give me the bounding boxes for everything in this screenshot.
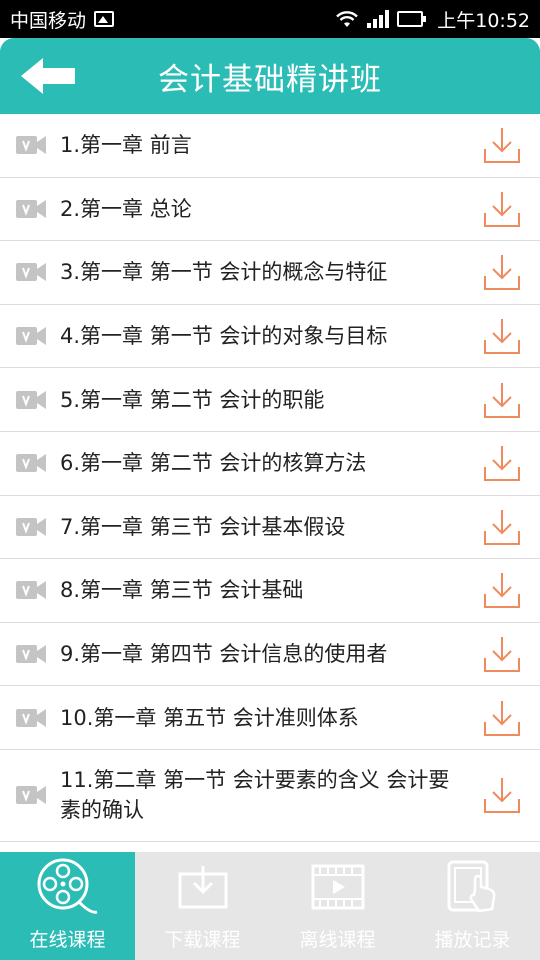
- download-icon: [484, 700, 520, 736]
- download-button[interactable]: [480, 187, 524, 231]
- list-item[interactable]: 8.第一章 第三节 会计基础: [0, 559, 540, 623]
- video-camera-icon: [16, 786, 46, 805]
- image-notification-icon: [94, 11, 115, 27]
- tab-label: 离线课程: [299, 929, 376, 951]
- download-icon: [484, 191, 520, 227]
- tablet-touch-icon: [439, 855, 507, 919]
- download-icon: [484, 319, 520, 355]
- list-item[interactable]: 6.第一章 第二节 会计的核算方法: [0, 432, 540, 496]
- video-camera-icon: [16, 199, 46, 218]
- tab-downloaded-courses[interactable]: 下载课程: [135, 852, 270, 960]
- video-camera-icon: [16, 136, 46, 155]
- video-camera-icon: [16, 263, 46, 282]
- video-camera-icon: [16, 517, 46, 536]
- status-bar: 中国移动 上午10:52: [0, 0, 540, 38]
- status-right: 上午10:52: [335, 6, 530, 33]
- download-button[interactable]: [480, 505, 524, 549]
- lesson-title: 3.第一章 第一节 会计的概念与特征: [60, 260, 388, 285]
- video-camera-icon: [16, 708, 46, 727]
- lesson-title: 6.第一章 第二节 会计的核算方法: [60, 451, 367, 476]
- lesson-title: 5.第一章 第二节 会计的职能: [60, 387, 325, 412]
- download-button[interactable]: [480, 632, 524, 676]
- app-header: 会计基础精讲班: [0, 38, 540, 114]
- download-button[interactable]: [480, 123, 524, 167]
- download-button[interactable]: [480, 250, 524, 294]
- list-item[interactable]: 9.第一章 第四节 会计信息的使用者: [0, 623, 540, 687]
- signal-icon: [367, 10, 390, 28]
- list-item[interactable]: 2.第一章 总论: [0, 178, 540, 242]
- lesson-title: 2.第一章 总论: [60, 196, 192, 221]
- download-icon: [484, 382, 520, 418]
- tab-offline-courses[interactable]: 离线课程: [270, 852, 405, 960]
- lesson-title: 8.第一章 第三节 会计基础: [60, 578, 304, 603]
- page-title: 会计基础精讲班: [158, 61, 382, 98]
- download-button[interactable]: [480, 441, 524, 485]
- lesson-title: 10.第一章 第五节 会计准则体系: [60, 705, 359, 730]
- download-icon: [484, 255, 520, 291]
- download-icon: [484, 573, 520, 609]
- lesson-title: 9.第一章 第四节 会计信息的使用者: [60, 642, 388, 667]
- list-item[interactable]: 4.第一章 第一节 会计的对象与目标: [0, 305, 540, 369]
- list-item[interactable]: 10.第一章 第五节 会计准则体系: [0, 686, 540, 750]
- video-camera-icon: [16, 327, 46, 346]
- clock-label: 上午10:52: [437, 9, 530, 32]
- download-button[interactable]: [480, 314, 524, 358]
- tab-online-courses[interactable]: 在线课程: [0, 852, 135, 960]
- lesson-title: 1.第一章 前言: [60, 133, 192, 158]
- lesson-title: 4.第一章 第一节 会计的对象与目标: [60, 324, 388, 349]
- download-icon: [484, 637, 520, 673]
- download-button[interactable]: [480, 378, 524, 422]
- lesson-list: 1.第一章 前言 2.第一章 总论 3.第一章 第一节 会计的概念与特征 4.第…: [0, 114, 540, 842]
- video-camera-icon: [16, 645, 46, 664]
- battery-icon: [397, 11, 427, 27]
- download-button[interactable]: [480, 696, 524, 740]
- film-strip-icon: [304, 855, 372, 919]
- list-item[interactable]: 1.第一章 前言: [0, 114, 540, 178]
- download-button[interactable]: [480, 773, 524, 817]
- video-camera-icon: [16, 390, 46, 409]
- download-tray-icon: [169, 855, 237, 919]
- download-button[interactable]: [480, 568, 524, 612]
- carrier-label: 中国移动: [10, 9, 87, 32]
- list-item[interactable]: 11.第二章 第一节 会计要素的含义 会计要素的确认: [0, 750, 540, 842]
- tab-play-history[interactable]: 播放记录: [405, 852, 540, 960]
- status-left: 中国移动: [10, 6, 115, 33]
- list-item[interactable]: 5.第一章 第二节 会计的职能: [0, 368, 540, 432]
- tab-label: 播放记录: [434, 929, 511, 951]
- list-item[interactable]: 3.第一章 第一节 会计的概念与特征: [0, 241, 540, 305]
- video-camera-icon: [16, 454, 46, 473]
- wifi-icon: [336, 11, 359, 27]
- tab-label: 在线课程: [29, 929, 106, 951]
- download-icon: [484, 446, 520, 482]
- download-icon: [484, 128, 520, 164]
- tab-label: 下载课程: [164, 929, 241, 951]
- lesson-title: 11.第二章 第一节 会计要素的含义 会计要素的确认: [60, 768, 450, 823]
- back-button[interactable]: [18, 52, 78, 100]
- back-arrow-icon: [21, 58, 75, 94]
- film-reel-icon: [34, 855, 102, 919]
- list-item[interactable]: 7.第一章 第三节 会计基本假设: [0, 496, 540, 560]
- lesson-title: 7.第一章 第三节 会计基本假设: [60, 514, 346, 539]
- bottom-tab-bar: 在线课程 下载课程 离线课程 播放记录: [0, 852, 540, 960]
- download-icon: [484, 509, 520, 545]
- download-icon: [484, 778, 520, 814]
- video-camera-icon: [16, 581, 46, 600]
